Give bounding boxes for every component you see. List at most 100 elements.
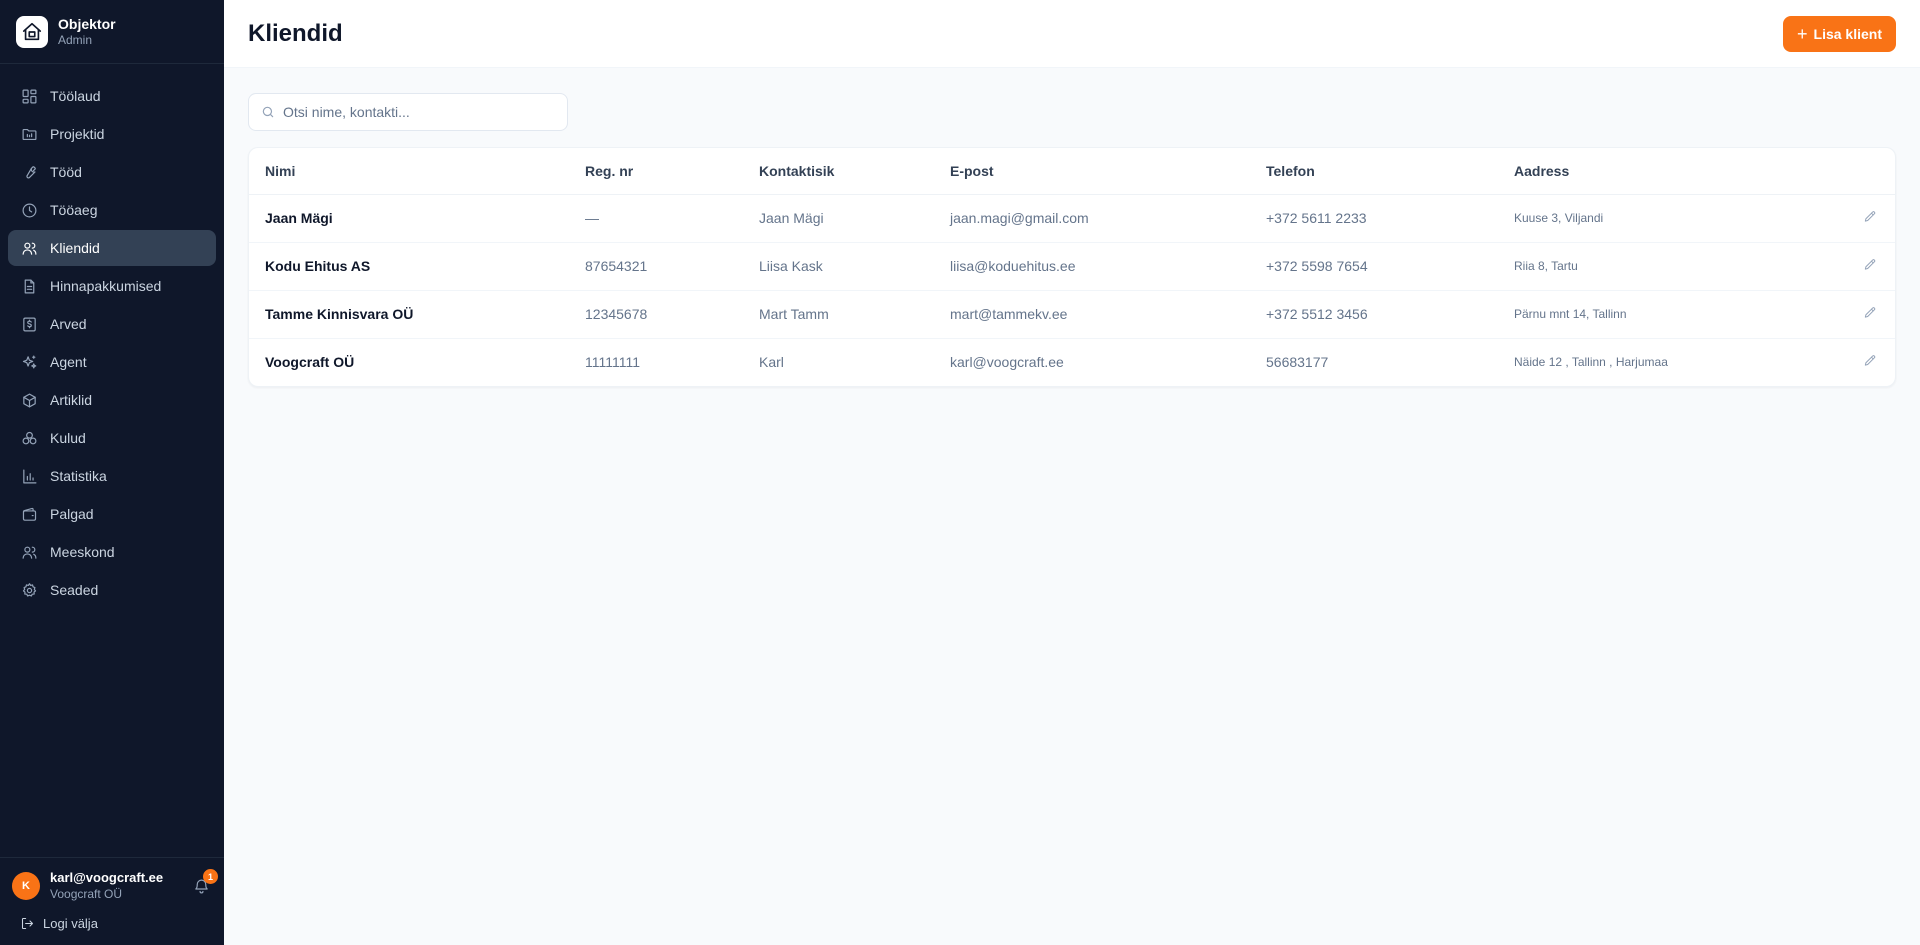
cell-reg: 11111111 [585,354,641,371]
sidebar-item-arved[interactable]: Arved [8,306,216,342]
sidebar-item-label: Artiklid [50,392,93,408]
sidebar-item-palgad[interactable]: Palgad [8,496,216,532]
page-title: Kliendid [248,19,343,47]
sidebar-item-toolaud[interactable]: Töölaud [8,78,216,114]
cell-phone: +372 5598 7654 [1250,242,1498,291]
sidebar: Objektor Admin Töölaud Projektid Tööd Tö… [0,0,224,945]
document-icon [20,277,38,295]
cell-address: Pärnu mnt 14, Tallinn [1498,290,1847,339]
search-input[interactable] [283,104,555,120]
sidebar-item-projektid[interactable]: Projektid [8,116,216,152]
cell-name: Jaan Mägi [249,194,569,243]
sidebar-item-tood[interactable]: Tööd [8,154,216,190]
sidebar-item-label: Seaded [50,582,99,598]
cell-reg: 87654321 [569,242,743,291]
brand-name: Objektor [58,15,116,32]
cell-address: Kuuse 3, Viljandi [1498,194,1847,243]
user-org: Voogcraft OÜ [50,887,123,901]
cell-name: Tamme Kinnisvara OÜ [249,290,569,339]
cell-email: liisa@koduehitus.ee [934,242,1250,291]
search-box[interactable] [248,93,568,131]
edit-pencil-icon[interactable] [1863,306,1879,322]
bar-chart-icon [20,467,38,485]
edit-pencil-icon[interactable] [1863,258,1879,274]
sidebar-item-tooaeg[interactable]: Tööaeg [8,192,216,228]
cell-email: karl@voogcraft.ee [950,354,1064,371]
cell-actions [1847,194,1895,243]
sidebar-item-label: Kliendid [50,240,100,256]
cell-phone: +372 5512 3456 [1250,290,1498,339]
table-row[interactable]: Tamme Kinnisvara OÜ 12345678 Mart Tamm m… [249,290,1895,339]
column-header-phone[interactable]: Telefon [1250,148,1498,195]
wrench-icon [20,163,38,181]
user-email: karl@voogcraft.ee [50,870,164,885]
cell-actions [1847,338,1895,386]
search-icon [261,105,283,119]
gear-icon [20,581,38,599]
table-row[interactable]: Kodu Ehitus AS 87654321 Liisa Kask liisa… [249,242,1895,291]
main-nav: Töölaud Projektid Tööd Tööaeg Kliendid H… [0,64,224,608]
sidebar-item-label: Kulud [50,430,86,446]
team-icon [20,543,38,561]
cell-email: jaan.magi@gmail.com [934,194,1250,243]
table-row[interactable]: Voogcraft OÜ 11111111 Karl karl@voogcraf… [249,338,1895,386]
sidebar-item-label: Tööaeg [50,202,98,218]
cell-contact: Karl [759,354,784,371]
sidebar-item-label: Statistika [50,468,107,484]
cell-reg: 12345678 [569,290,743,339]
sidebar-item-kulud[interactable]: Kulud [8,420,216,456]
sidebar-item-kliendid[interactable]: Kliendid [8,230,216,266]
cell-address: Riia 8, Tartu [1498,242,1847,291]
column-header-name[interactable]: Nimi [249,148,569,195]
sparkles-icon [20,353,38,371]
cell-name: Voogcraft OÜ [265,354,355,371]
cell-reg: — [569,194,743,243]
cell-address: Näide 12 , Tallinn , Harjumaa [1514,355,1668,370]
column-header-address[interactable]: Aadress [1498,148,1847,195]
plus-icon: + [1797,23,1808,44]
logout-button[interactable]: Logi välja [12,916,212,931]
column-header-email[interactable]: E-post [934,148,1250,195]
brand-role: Admin [58,32,93,47]
cell-phone: 56683177 [1266,354,1329,371]
add-client-button[interactable]: + Lisa klient [1783,15,1896,52]
wallet-icon [20,505,38,523]
sidebar-item-statistika[interactable]: Statistika [8,458,216,494]
user-profile[interactable]: K karl@voogcraft.ee Voogcraft OÜ 1 [12,869,218,902]
sidebar-item-hinnapakkumised[interactable]: Hinnapakkumised [8,268,216,304]
sidebar-item-meeskond[interactable]: Meeskond [8,534,216,570]
column-header-contact[interactable]: Kontaktisik [743,148,934,195]
edit-pencil-icon[interactable] [1863,210,1879,226]
folder-icon [20,125,38,143]
logout-label: Logi välja [43,916,98,931]
cell-email: mart@tammekv.ee [934,290,1250,339]
sidebar-item-agent[interactable]: Agent [8,344,216,380]
clients-section: Nimi Reg. nr Kontaktisik E-post Telefon … [224,68,1920,387]
cell-name: Kodu Ehitus AS [249,242,569,291]
house-logo-icon [16,15,48,48]
sidebar-item-artiklid[interactable]: Artiklid [8,382,216,418]
brand[interactable]: Objektor Admin [0,0,224,64]
cell-contact: Mart Tamm [743,290,934,339]
sidebar-item-label: Tööd [50,164,82,180]
cell-contact: Liisa Kask [743,242,934,291]
table-header-row: Nimi Reg. nr Kontaktisik E-post Telefon … [249,148,1895,195]
dashboard-icon [20,87,38,105]
edit-pencil-icon[interactable] [1863,354,1879,370]
sidebar-item-label: Palgad [50,506,94,522]
table-row[interactable]: Jaan Mägi — Jaan Mägi jaan.magi@gmail.co… [249,194,1895,243]
sidebar-item-label: Meeskond [50,544,115,560]
users-icon [20,239,38,257]
clients-table-card: Nimi Reg. nr Kontaktisik E-post Telefon … [248,147,1896,387]
avatar[interactable]: K [12,872,40,900]
notifications-button[interactable]: 1 [190,869,218,897]
sidebar-item-seaded[interactable]: Seaded [8,572,216,608]
cell-actions [1847,290,1895,339]
main-content: Kliendid + Lisa klient Nimi Reg. nr Kont… [224,0,1920,945]
column-header-reg[interactable]: Reg. nr [569,148,743,195]
clock-icon [20,201,38,219]
column-header-actions [1847,148,1895,195]
invoice-icon [20,315,38,333]
cell-phone: +372 5611 2233 [1250,194,1498,243]
notification-badge: 1 [203,869,218,884]
